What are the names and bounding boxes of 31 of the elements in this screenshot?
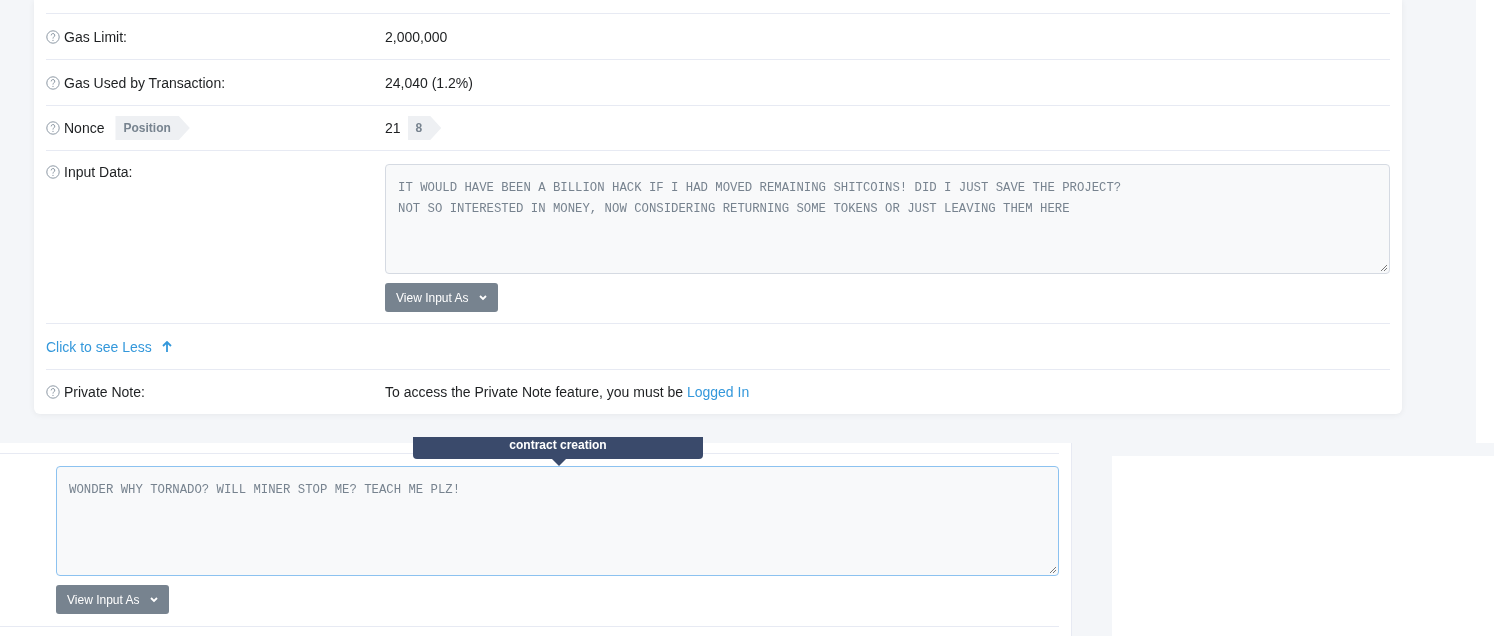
help-icon[interactable] xyxy=(46,121,60,135)
input-data-line: WONDER WHY TORNADO? WILL MINER STOP ME? TEACH ME PLZ! xyxy=(69,482,462,499)
private-note-text: To access the Private Note feature, you must be Logged In xyxy=(385,384,750,400)
field-value: 21 xyxy=(385,120,401,136)
arrow-up-icon xyxy=(161,340,172,353)
input-data-line: IT WOULD HAVE BEEN A BILLION HACK IF I HAD MOVED REMAINING SHITCOINS! DID I JUST SAVE THE PROJECT? xyxy=(398,180,1123,197)
view-input-as-button[interactable]: View Input As xyxy=(56,585,169,614)
input-data-field[interactable]: WONDER WHY TORNADO? WILL MINER STOP ME? TEACH ME PLZ! xyxy=(56,466,1059,576)
help-icon[interactable] xyxy=(46,165,60,179)
tooltip-pointer xyxy=(552,459,566,466)
help-icon[interactable] xyxy=(46,75,60,90)
help-icon[interactable] xyxy=(46,385,60,399)
input-data-field[interactable]: IT WOULD HAVE BEEN A BILLION HACK IF I HAD MOVED REMAINING SHITCOINS! DID I JUST SAVE THE PROJECT? NOT SO INTERESTED IN MONEY, NOW CONSIDERING RETURNING SOME TOKENS OR JUST LEAVING THEM HERE xyxy=(385,164,1390,274)
chevron-down-icon xyxy=(478,294,487,301)
position-tag: 8 xyxy=(407,116,442,140)
see-less-link[interactable]: Click to see Less xyxy=(46,338,172,355)
input-data-line: NOT SO INTERESTED IN MONEY, NOW CONSIDERING RETURNING SOME TOKENS OR JUST LEAVING THEM HERE xyxy=(398,201,1071,218)
chevron-down-icon xyxy=(149,596,158,603)
position-tag: Position xyxy=(115,116,190,140)
field-label: Nonce xyxy=(64,120,105,136)
field-label: Gas Used by Transaction: xyxy=(64,74,226,91)
field-label: Private Note: xyxy=(64,384,145,400)
login-link[interactable]: Logged In xyxy=(686,384,750,400)
field-value: 2,000,000 xyxy=(385,28,448,45)
field-label: Gas Limit: xyxy=(64,28,127,45)
help-icon[interactable] xyxy=(46,29,60,44)
resize-grip-icon[interactable] xyxy=(1048,565,1057,574)
resize-grip-icon[interactable] xyxy=(1379,263,1388,272)
field-label: Input Data: xyxy=(64,164,133,180)
field-value: 24,040 (1.2%) xyxy=(385,74,473,91)
view-input-as-button[interactable]: View Input As xyxy=(385,283,498,312)
